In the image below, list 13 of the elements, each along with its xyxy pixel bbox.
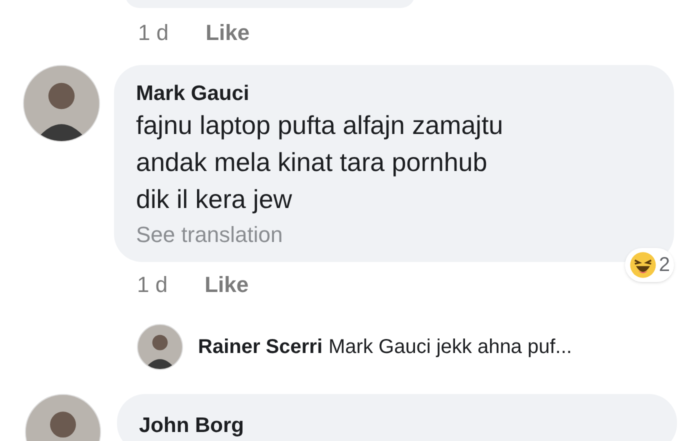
laughing-emoji-icon [628,251,657,279]
avatar [137,324,183,370]
comment-time: 1 d [138,19,169,47]
author-name[interactable]: Mark Gauci [136,81,654,107]
comment-text: fajnu laptop pufta alfajn zamajtu andak mela kinat tara pornhub dik il kera jew [136,109,504,216]
author-name[interactable]: John Borg [139,414,244,437]
reaction-count: 2 [658,253,670,278]
like-button[interactable]: Like [204,268,249,300]
comment-time: 1 d [137,270,168,298]
reply-author[interactable]: Rainer Scerri [198,332,323,362]
like-button[interactable]: Like [206,16,250,49]
reaction-badge[interactable]: 2 [624,248,674,282]
reply-preview[interactable]: Mark Gauci jekk ahna puf... [328,332,572,362]
